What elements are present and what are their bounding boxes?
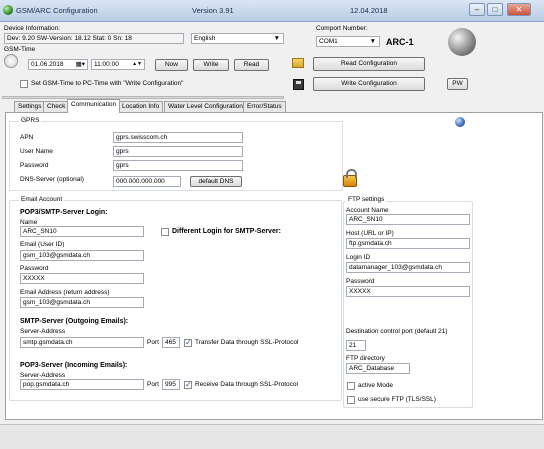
gprs-user-label: User Name	[20, 148, 53, 155]
email-password-label: Password	[20, 265, 49, 272]
return-address-input[interactable]: gsm_103@gsmdata.ch	[20, 297, 144, 308]
gprs-title: GPRS	[19, 117, 42, 124]
different-login-label: Different Login for SMTP-Server:	[172, 228, 281, 235]
lock-icon	[343, 169, 357, 187]
ftp-dest-port-input[interactable]: 21	[346, 340, 366, 351]
read-configuration-button[interactable]: Read Configuration	[313, 57, 425, 71]
gsm-date-value: 01.06.2018	[31, 61, 64, 68]
pop3-server-header: POP3-Server (Incoming Emails):	[20, 362, 128, 369]
close-button[interactable]: ✕	[507, 3, 531, 16]
comport-label: Comport Number:	[316, 25, 368, 32]
ftp-host-label: Host (URL or IP)	[346, 230, 394, 237]
write-time-button[interactable]: Write	[193, 59, 229, 71]
pop3-address-input[interactable]: pop.gsmdata.ch	[20, 379, 144, 390]
clock-icon	[4, 54, 18, 68]
now-button[interactable]: Now	[155, 59, 188, 71]
email-user-label: Email (User ID)	[20, 241, 65, 248]
ftp-settings-title: FTP settings	[346, 196, 387, 203]
internet-globe-icon	[455, 117, 465, 127]
tab-communication[interactable]: Communication	[67, 99, 121, 113]
pop-smtp-login-header: POP3/SMTP-Server Login:	[20, 209, 108, 216]
ftp-account-label: Account Name	[346, 207, 389, 214]
window-title: GSM/ARC Configuration	[16, 6, 98, 15]
dns-input[interactable]: 000.000.000.000	[113, 176, 181, 187]
ftp-host-input[interactable]: ftp.gsmdata.ch	[346, 238, 470, 249]
gprs-user-input[interactable]: gprs	[113, 146, 243, 157]
window-date: 12.04.2018	[350, 6, 388, 15]
default-dns-button[interactable]: default DNS	[190, 176, 242, 187]
pw-button[interactable]: PW	[447, 78, 468, 90]
window-version: Version 3.91	[192, 6, 234, 15]
email-user-input[interactable]: gsm_103@gsmdata.ch	[20, 250, 144, 261]
open-folder-icon[interactable]	[292, 58, 304, 68]
apn-label: APN	[20, 134, 34, 141]
device-info-field: Dev: 9.20 SW-Version: 18.12 Stat: 0 Sn: …	[4, 33, 184, 44]
gprs-password-input[interactable]: gprs	[113, 160, 243, 171]
smtp-port-label: Port	[147, 339, 159, 346]
different-login-checkbox[interactable]	[161, 228, 169, 236]
gsm-time-value: 11:00:00	[94, 61, 119, 68]
save-disk-icon[interactable]	[293, 79, 304, 90]
ftp-account-input[interactable]: ARC_SN10	[346, 214, 470, 225]
pop3-ssl-checkbox[interactable]	[184, 380, 192, 389]
email-password-input[interactable]: XXXXX	[20, 273, 144, 284]
secure-ftp-label: use secure FTP (TLS/SSL)	[358, 396, 436, 403]
gsm-date-field[interactable]: 01.06.2018 ▦▾	[28, 59, 88, 70]
gsm-time-field[interactable]: 11:00:00 ▲▼	[91, 59, 145, 70]
smtp-ssl-label: Transfer Data through SSL-Protocol	[195, 339, 299, 346]
ftp-directory-label: FTP directory	[346, 355, 385, 362]
language-select[interactable]: English ▼	[191, 33, 284, 44]
secure-ftp-checkbox[interactable]	[347, 396, 355, 404]
globe-icon	[448, 28, 476, 56]
calendar-icon: ▦▾	[75, 61, 85, 68]
email-name-label: Name	[20, 219, 38, 226]
apn-input[interactable]: gprs.swisscom.ch	[113, 132, 243, 143]
smtp-address-label: Server-Address	[20, 328, 66, 335]
email-account-title: Email Account	[19, 196, 65, 203]
active-mode-checkbox[interactable]	[347, 382, 355, 390]
gsm-time-label: GSM-Time	[4, 46, 36, 53]
smtp-port-input[interactable]: 465	[162, 337, 180, 348]
smtp-address-input[interactable]: smtp.gsmdata.ch	[20, 337, 144, 348]
write-configuration-button[interactable]: Write Configuration	[313, 77, 425, 91]
ftp-directory-input[interactable]: ARC_Database	[346, 363, 410, 374]
minimize-button[interactable]: –	[469, 3, 485, 16]
email-name-input[interactable]: ARC_SN10	[20, 226, 144, 237]
status-bar	[0, 424, 544, 449]
device-info-label: Device Information:	[4, 25, 60, 32]
maximize-button[interactable]: □	[487, 3, 503, 16]
ftp-login-input[interactable]: datamanager_103@gsmdata.ch	[346, 262, 470, 273]
return-address-label: Email Address (return address)	[20, 289, 110, 296]
comport-value: COM1	[319, 38, 338, 45]
set-time-label: Set GSM-Time to PC-Time with "Write Conf…	[31, 80, 184, 87]
smtp-ssl-checkbox[interactable]	[184, 338, 192, 347]
dns-label: DNS-Server (optional)	[20, 176, 84, 183]
smtp-server-header: SMTP-Server (Outgoing Emails):	[20, 318, 129, 325]
pop3-address-label: Server-Address	[20, 372, 66, 379]
ftp-password-input[interactable]: XXXXX	[346, 286, 470, 297]
read-time-button[interactable]: Read	[234, 59, 269, 71]
ftp-dest-port-label: Destination control port (default 21)	[346, 328, 448, 335]
ftp-password-label: Password	[346, 278, 375, 285]
spinner-icon: ▲▼	[132, 61, 142, 67]
pop3-ssl-label: Receive Data through SSL-Protocol	[195, 381, 298, 388]
chevron-down-icon: ▼	[369, 38, 376, 45]
set-time-checkbox[interactable]	[20, 80, 28, 88]
comport-select[interactable]: COM1 ▼	[316, 36, 380, 47]
active-mode-label: active Mode	[358, 382, 394, 389]
ftp-login-label: Login ID	[346, 254, 371, 261]
progress-bar	[2, 96, 284, 99]
chevron-down-icon: ▼	[273, 35, 280, 42]
app-icon	[3, 5, 13, 15]
gprs-password-label: Password	[20, 162, 49, 169]
device-name: ARC-1	[386, 37, 414, 47]
language-value: English	[194, 35, 216, 42]
pop3-port-label: Port	[147, 381, 159, 388]
pop3-port-input[interactable]: 995	[162, 379, 180, 390]
title-bar: GSM/ARC Configuration Version 3.91 12.04…	[0, 0, 544, 22]
